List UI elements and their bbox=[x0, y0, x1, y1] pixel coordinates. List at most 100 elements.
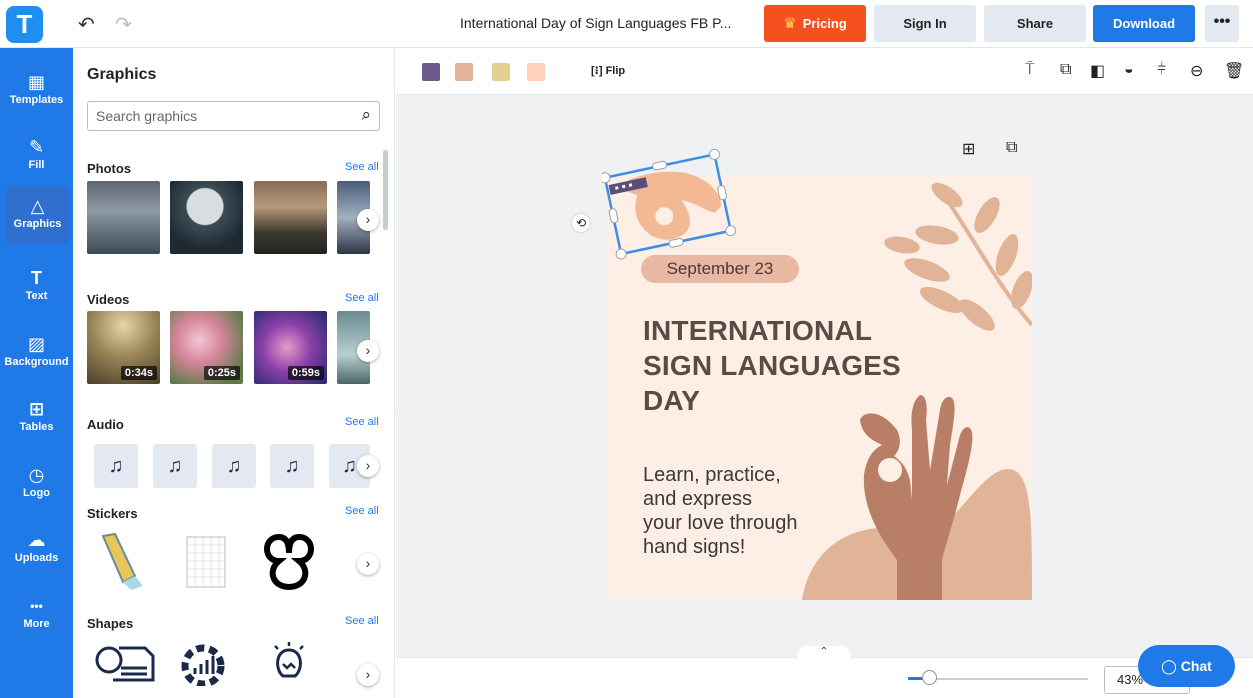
video-thumbnail[interactable]: 0:25s bbox=[170, 311, 243, 384]
undo-icon[interactable]: ↶ bbox=[78, 12, 95, 37]
logo-icon: ◷ bbox=[28, 465, 45, 485]
rail-item-uploads[interactable]: ☁ Uploads bbox=[0, 520, 73, 578]
pricing-button[interactable]: ♛ Pricing bbox=[764, 5, 866, 42]
stickers-heading: Stickers bbox=[87, 506, 138, 521]
top-bar: T ↶ ↷ International Day of Sign Language… bbox=[0, 0, 1253, 48]
photo-misty-forest[interactable] bbox=[254, 181, 327, 254]
trash-icon[interactable]: 🗑 bbox=[1224, 61, 1244, 81]
rail-item-label: Background bbox=[4, 356, 69, 368]
canvas-workspace: ⊞ ⧉ September 23 INTERNATIONAL SIGN LANG… bbox=[396, 95, 1253, 657]
sticker-highlighter[interactable] bbox=[93, 532, 153, 592]
body-line: and express bbox=[643, 488, 752, 510]
videos-see-all-link[interactable]: See all bbox=[345, 292, 379, 304]
link-icon[interactable]: ⊖ bbox=[1190, 61, 1203, 81]
document-title[interactable]: International Day of Sign Languages FB P… bbox=[460, 15, 750, 31]
share-button[interactable]: Share bbox=[984, 5, 1086, 42]
text-icon: T bbox=[31, 268, 42, 288]
body-line: your love through bbox=[643, 512, 798, 534]
flip-label: Flip bbox=[605, 65, 626, 77]
sticker-grid-paper[interactable] bbox=[186, 536, 226, 588]
videos-next-button[interactable]: › bbox=[357, 340, 379, 362]
shapes-heading: Shapes bbox=[87, 616, 134, 631]
rail-item-graphics[interactable]: △ Graphics bbox=[6, 186, 69, 244]
music-note-icon[interactable]: ♫ bbox=[153, 444, 197, 488]
paint-roller-icon[interactable]: ⍑ bbox=[1025, 61, 1035, 79]
rail-item-text[interactable]: T Text bbox=[0, 258, 73, 316]
rail-item-label: Tables bbox=[19, 421, 54, 433]
rail-item-logo[interactable]: ◷ Logo bbox=[0, 455, 73, 513]
chat-label: Chat bbox=[1180, 658, 1212, 674]
video-thumbnail[interactable]: 0:59s bbox=[254, 311, 327, 384]
rail-item-label: Templates bbox=[9, 94, 64, 106]
rail-item-fill[interactable]: ✎ Fill bbox=[0, 127, 73, 185]
download-button[interactable]: Download bbox=[1093, 5, 1195, 42]
photo-stormy-sea[interactable] bbox=[87, 181, 160, 254]
left-rail: ▦ Templates ✎ Fill △ Graphics T Text ▨ B… bbox=[0, 48, 73, 698]
videos-heading: Videos bbox=[87, 292, 130, 307]
headline-line: DAY bbox=[643, 385, 701, 416]
headline-text[interactable]: INTERNATIONAL SIGN LANGUAGES DAY bbox=[643, 313, 943, 418]
more-options-button[interactable]: ••• bbox=[1205, 5, 1239, 42]
chat-button[interactable]: ◯ Chat bbox=[1138, 645, 1235, 687]
music-note-icon[interactable]: ♫ bbox=[94, 444, 138, 488]
music-note-icon[interactable]: ♫ bbox=[270, 444, 314, 488]
stickers-see-all-link[interactable]: See all bbox=[345, 505, 379, 517]
rail-item-templates[interactable]: ▦ Templates bbox=[0, 62, 73, 120]
shapes-see-all-link[interactable]: See all bbox=[345, 615, 379, 627]
opacity-icon[interactable]: ◒ bbox=[1124, 61, 1134, 79]
audio-see-all-link[interactable]: See all bbox=[345, 416, 379, 428]
video-duration: 0:34s bbox=[120, 366, 157, 380]
more-dots-icon: ••• bbox=[30, 599, 43, 613]
stickers-next-button[interactable]: › bbox=[357, 553, 379, 575]
search-input[interactable] bbox=[96, 108, 336, 124]
redo-icon[interactable]: ↷ bbox=[115, 12, 132, 37]
audio-heading: Audio bbox=[87, 417, 124, 432]
element-toolbar: [⁝] Flip ⍑ ⧉ ◧ ◒ ⫩ ⊖ 🗑 bbox=[396, 48, 1253, 95]
expand-pages-chevron-icon[interactable]: ⌃ bbox=[798, 646, 850, 660]
body-line: hand signs! bbox=[643, 536, 746, 558]
app-logo[interactable]: T bbox=[6, 6, 43, 43]
color-swatch[interactable] bbox=[492, 63, 510, 81]
add-page-icon[interactable]: ⊞ bbox=[962, 139, 975, 159]
rail-item-label: Uploads bbox=[14, 552, 59, 564]
rail-item-label: Logo bbox=[23, 487, 50, 499]
rail-item-background[interactable]: ▨ Background bbox=[0, 324, 73, 382]
background-icon: ▨ bbox=[27, 334, 45, 354]
gear-chart-icon[interactable] bbox=[173, 640, 233, 686]
flip-button[interactable]: [⁝] Flip bbox=[591, 64, 625, 77]
search-icon[interactable]: ⌕ bbox=[361, 105, 371, 125]
layer-order-icon[interactable]: ◧ bbox=[1090, 61, 1105, 81]
rail-item-tables[interactable]: ⊞ Tables bbox=[0, 389, 73, 447]
selected-hand-graphic[interactable] bbox=[602, 147, 736, 263]
color-swatch[interactable] bbox=[422, 63, 440, 81]
zoom-slider-knob[interactable] bbox=[922, 670, 937, 685]
music-note-icon[interactable]: ♫ bbox=[212, 444, 256, 488]
flip-icon: [⁝] bbox=[591, 65, 603, 77]
copy-icon[interactable]: ⧉ bbox=[1060, 61, 1071, 79]
document-search-icon[interactable] bbox=[93, 640, 155, 686]
photos-next-button[interactable]: › bbox=[357, 209, 379, 231]
duplicate-page-icon[interactable]: ⧉ bbox=[1006, 139, 1017, 157]
color-swatch[interactable] bbox=[527, 63, 545, 81]
headline-line: INTERNATIONAL bbox=[643, 315, 873, 346]
photos-see-all-link[interactable]: See all bbox=[345, 161, 379, 173]
rail-item-more[interactable]: ••• More bbox=[0, 586, 73, 644]
table-icon: ⊞ bbox=[28, 399, 45, 419]
align-icon[interactable]: ⫩ bbox=[1157, 61, 1166, 79]
rail-item-label: Graphics bbox=[13, 218, 62, 230]
photo-moon-road[interactable] bbox=[170, 181, 243, 254]
body-text[interactable]: Learn, practice, and express your love t… bbox=[643, 463, 863, 559]
rotate-handle-icon[interactable]: ⟲ bbox=[572, 214, 590, 232]
sticker-loop-shape[interactable] bbox=[259, 531, 319, 591]
audio-next-button[interactable]: › bbox=[357, 455, 379, 477]
sign-in-button[interactable]: Sign In bbox=[874, 5, 976, 42]
headline-line: SIGN LANGUAGES bbox=[643, 350, 901, 381]
shapes-next-button[interactable]: › bbox=[357, 664, 379, 686]
video-thumbnail[interactable]: 0:34s bbox=[87, 311, 160, 384]
graphics-panel: Graphics ⌕ Photos See all › Videos See a… bbox=[73, 48, 395, 698]
lightbulb-icon[interactable] bbox=[269, 640, 309, 686]
rail-item-label: Fill bbox=[28, 159, 45, 171]
crown-icon: ♛ bbox=[783, 15, 797, 32]
panel-scrollbar[interactable] bbox=[383, 150, 388, 230]
color-swatch[interactable] bbox=[455, 63, 473, 81]
